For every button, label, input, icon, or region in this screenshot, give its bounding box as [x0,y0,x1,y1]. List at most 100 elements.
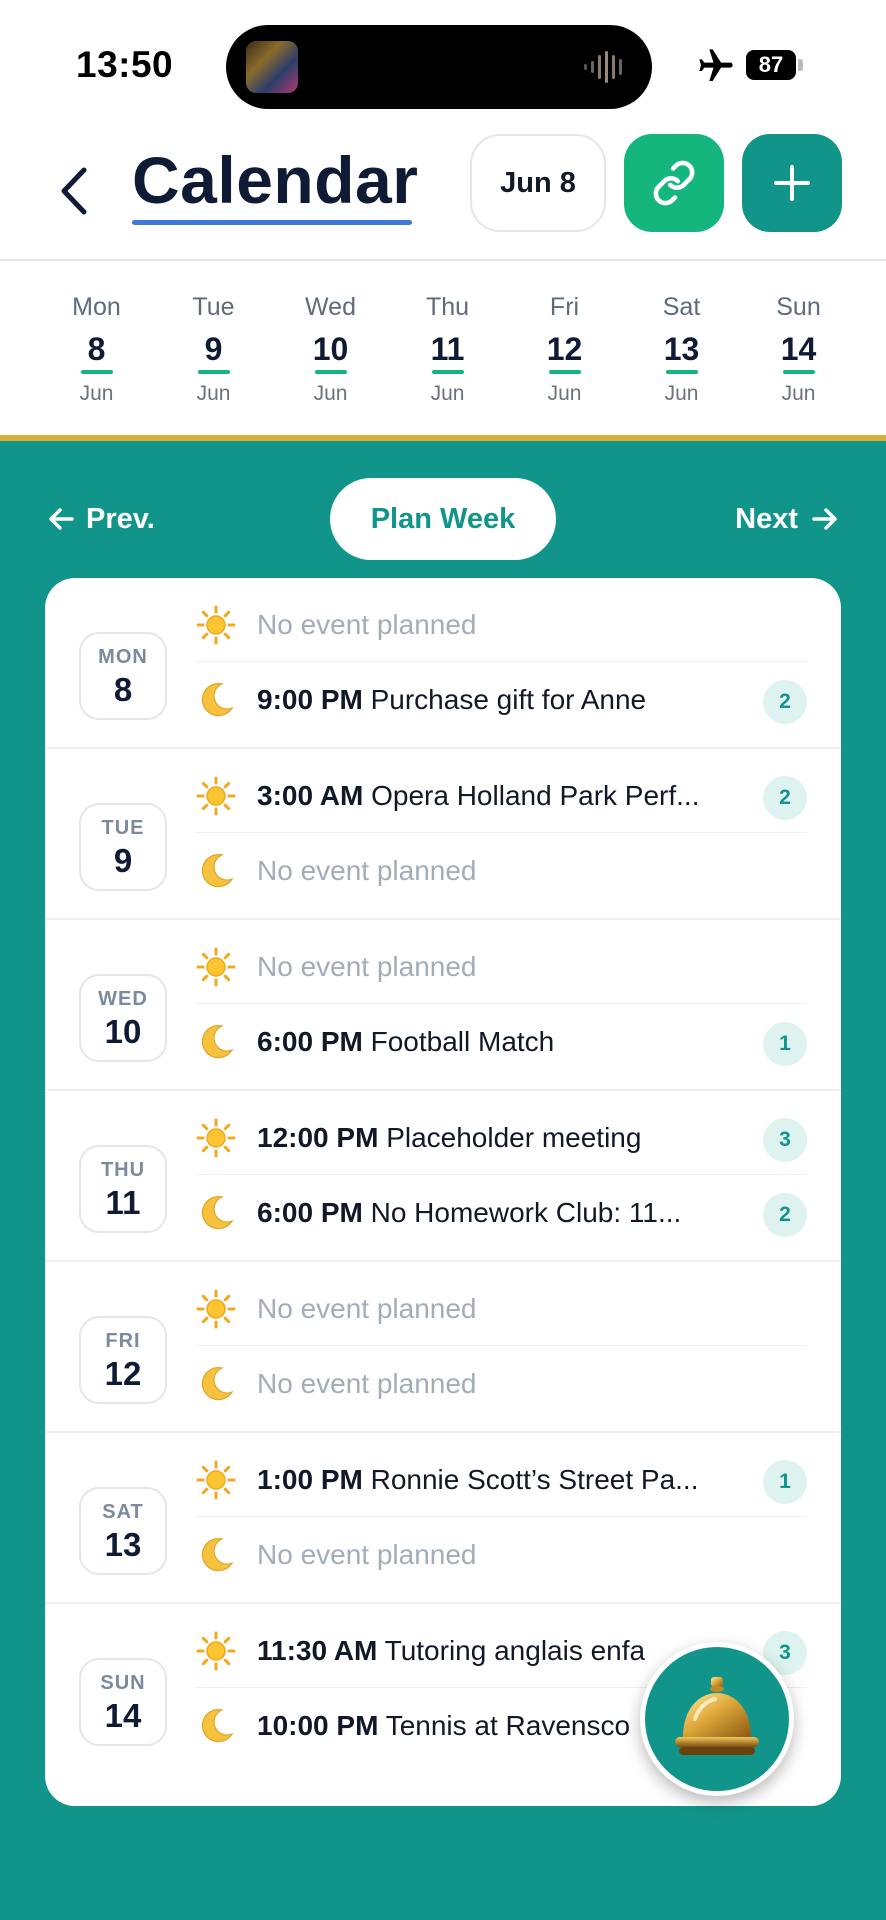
day-badge-weekday: THU [100,1159,146,1181]
week-day-number: 11 [430,331,465,367]
event-indicator-bar [80,370,113,374]
top-panel: 13:50 87 Calendar Jun 8 Mon 8 Jun Tue 9 … [0,0,886,436]
participant-count-badge: 2 [763,1193,807,1237]
next-week-button[interactable]: Next [735,496,840,542]
day-badge-weekday: SAT [102,1501,144,1523]
event-text: 3:00 AM Opera Holland Park Perf... [257,780,699,812]
week-day-sat[interactable]: Sat 13 Jun [623,290,740,406]
participant-count-badge: 1 [763,1022,807,1066]
concierge-button[interactable] [640,1642,794,1796]
event-title: Placeholder meeting [386,1121,642,1153]
event-text: 9:00 PM Purchase gift for Anne [257,684,646,716]
event-text: 12:00 PM Placeholder meeting [257,1122,641,1154]
event-indicator-bar [314,370,347,374]
day-badge-number: 14 [104,1697,142,1734]
day-row-fri: FRI 12 No event planned No event planned [45,1262,841,1433]
plus-icon [774,165,810,201]
week-strip: Mon 8 Jun Tue 9 Jun Wed 10 Jun Thu 11 Ju… [38,290,858,410]
morning-slot[interactable]: 3:00 AM Opera Holland Park Perf... 2 [195,759,807,833]
evening-slot[interactable]: No event planned [195,1347,807,1421]
week-day-name: Thu [425,293,470,321]
plan-week-button[interactable]: Plan Week [330,478,556,560]
morning-slot[interactable]: No event planned [195,930,807,1004]
day-row-tue: TUE 9 3:00 AM Opera Holland Park Perf... 2 N… [45,749,841,920]
day-badge: THU 11 [79,1145,167,1233]
week-day-number: 10 [312,331,349,367]
week-day-month: Jun [781,382,816,405]
day-badge: MON 8 [79,632,167,720]
week-day-month: Jun [430,382,465,405]
week-day-month: Jun [664,382,699,405]
empty-slot-text: No event planned [257,1368,477,1399]
date-picker-button[interactable]: Jun 8 [470,134,606,232]
accent-divider [0,435,886,441]
participant-count-badge: 3 [763,1118,807,1162]
morning-slot[interactable]: No event planned [195,1272,807,1346]
arrow-left-icon [49,508,74,530]
week-day-number: 8 [87,331,106,367]
morning-slot[interactable]: 1:00 PM Ronnie Scott’s Street Pa... 1 [195,1443,807,1517]
participant-count-badge: 2 [763,776,807,820]
dynamic-island[interactable] [226,25,652,109]
morning-slot[interactable]: No event planned [195,588,807,662]
chevron-left-icon[interactable] [52,158,98,224]
event-indicator-bar [782,370,815,374]
evening-slot[interactable]: No event planned [195,834,807,908]
week-day-name: Mon [72,293,121,321]
day-badge-number: 13 [104,1526,142,1563]
event-time: 6:00 PM [257,1026,363,1057]
day-badge-number: 9 [113,842,133,879]
week-day-number: 13 [663,331,700,367]
evening-slot[interactable]: 9:00 PM Purchase gift for Anne 2 [195,663,807,737]
week-day-number: 14 [780,331,817,367]
evening-slot[interactable]: 6:00 PM No Homework Club: 11... 2 [195,1176,807,1250]
empty-slot-text: No event planned [257,1292,477,1324]
sun-icon [196,605,236,644]
empty-slot-text: No event planned [257,608,477,640]
header-divider [0,259,886,261]
day-badge-weekday: MON [98,646,148,668]
prev-week-button[interactable]: Prev. [46,496,155,542]
add-event-button[interactable] [742,134,842,232]
week-day-fri[interactable]: Fri 12 Jun [506,290,623,406]
event-time: 9:00 PM [257,684,363,715]
day-badge: TUE 9 [79,803,167,891]
day-badge-number: 12 [104,1355,142,1392]
event-time: 3:00 AM [257,779,364,811]
week-day-name: Sun [776,293,821,321]
day-row-wed: WED 10 No event planned 6:00 PM Football Ma… [45,920,841,1091]
week-plan-card: MON 8 No event planned 9:00 PM Purchase gif… [45,578,841,1806]
moon-icon [201,1366,234,1401]
battery-nub [798,59,803,71]
week-day-sun[interactable]: Sun 14 Jun [740,290,857,406]
week-day-name: Tue [192,293,235,321]
week-day-number: 12 [546,331,583,367]
share-link-button[interactable] [624,134,724,232]
evening-slot[interactable]: No event planned [195,1518,807,1592]
moon-icon [201,1708,234,1743]
day-badge-weekday: WED [98,988,148,1010]
week-day-mon[interactable]: Mon 8 Jun [38,290,155,406]
event-title: No Homework Club: 11... [370,1197,682,1228]
event-time: 10:00 PM [257,1710,379,1741]
week-day-wed[interactable]: Wed 10 Jun [272,290,389,406]
week-day-month: Jun [547,382,582,405]
moon-icon [201,1024,234,1059]
event-time: 6:00 PM [257,1197,363,1228]
week-day-tue[interactable]: Tue 9 Jun [155,290,272,406]
morning-slot[interactable]: 12:00 PM Placeholder meeting 3 [195,1101,807,1175]
day-badge-number: 8 [113,671,133,708]
day-badge: SAT 13 [79,1487,167,1575]
event-text: 6:00 PM Football Match [257,1026,554,1058]
sun-icon [196,1460,236,1499]
day-badge: SUN 14 [79,1658,167,1746]
week-day-thu[interactable]: Thu 11 Jun [389,290,506,406]
event-text: 1:00 PM Ronnie Scott’s Street Pa... [257,1464,699,1496]
sun-icon [196,1289,236,1328]
evening-slot[interactable]: 6:00 PM Football Match 1 [195,1005,807,1079]
event-text: 11:30 AM Tutoring anglais enfa [257,1635,645,1667]
audio-waveform-icon [584,51,622,83]
event-text: 10:00 PM Tennis at Ravensco [257,1710,630,1742]
day-badge: WED 10 [79,974,167,1062]
event-indicator-bar [665,370,698,374]
